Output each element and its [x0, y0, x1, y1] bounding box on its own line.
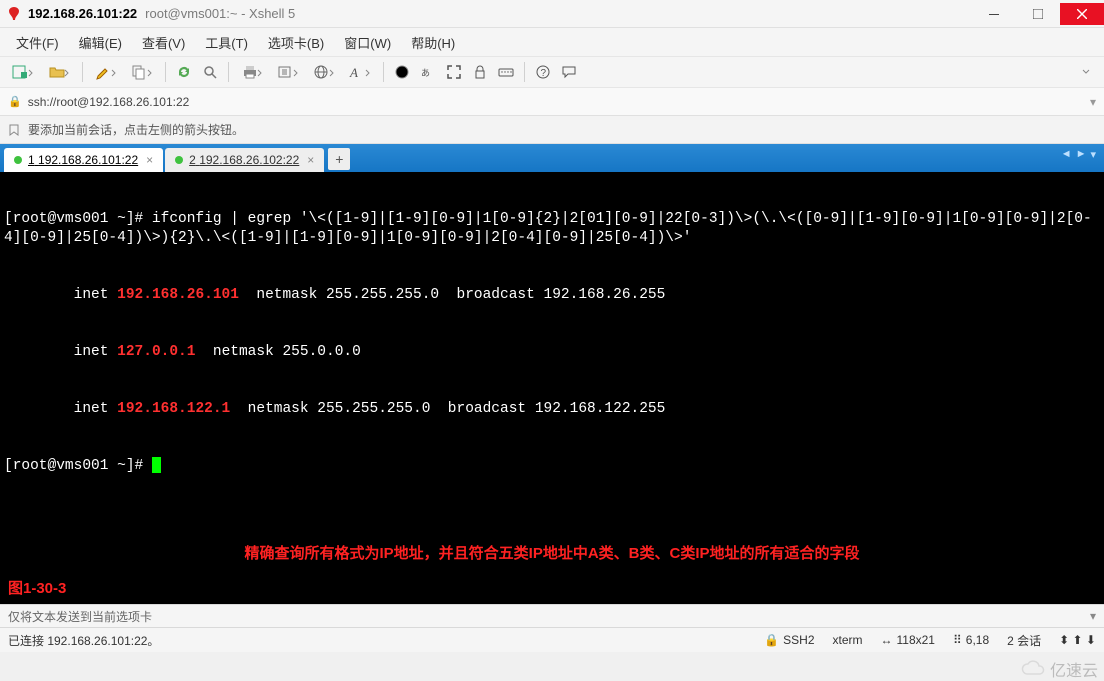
font-button[interactable]: A: [343, 60, 377, 84]
tab-next-button[interactable]: ►: [1076, 148, 1087, 161]
terminal-text: inet: [4, 401, 117, 417]
status-connected: 已连接 192.168.26.101:22。: [8, 632, 746, 649]
file-transfer-button[interactable]: [271, 60, 305, 84]
terminal-text: netmask 255.255.255.0 broadcast 192.168.…: [239, 287, 665, 303]
toolbar: A あ ?: [0, 56, 1104, 88]
terminal-line: [root@vms001 ~]# ifconfig | egrep '\<([1…: [4, 211, 1092, 246]
terminal-text: netmask 255.255.255.0 broadcast 192.168.…: [230, 401, 665, 417]
session-tab-2[interactable]: 2 192.168.26.102:22 ×: [165, 148, 324, 172]
bookmark-arrow-icon[interactable]: [8, 123, 22, 137]
terminal-prompt: [root@vms001 ~]#: [4, 458, 152, 474]
status-size: ↔118x21: [881, 633, 935, 647]
edit-button[interactable]: [89, 60, 123, 84]
toolbar-separator: [524, 62, 525, 82]
menu-tools[interactable]: 工具(T): [197, 31, 256, 54]
color-wheel-button[interactable]: [390, 60, 414, 84]
tab-index: 2: [189, 153, 196, 167]
maximize-button[interactable]: [1016, 3, 1060, 25]
keymap-button[interactable]: [494, 60, 518, 84]
status-terminal-type: xterm: [833, 633, 863, 647]
status-cursor: ⠿6,18: [953, 633, 989, 647]
svg-text:A: A: [349, 65, 358, 80]
window-title-ip: 192.168.26.101:22: [28, 6, 137, 21]
lock-icon: 🔒: [8, 95, 22, 108]
figure-label: 图1-30-3: [8, 579, 66, 598]
status-up-down-icons[interactable]: ⬍ ⬆ ⬇: [1059, 633, 1096, 647]
new-tab-button[interactable]: [6, 60, 40, 84]
size-icon: ↔: [881, 633, 893, 647]
help-button[interactable]: ?: [531, 60, 555, 84]
open-session-button[interactable]: [42, 60, 76, 84]
menu-bar: 文件(F) 编辑(E) 查看(V) 工具(T) 选项卡(B) 窗口(W) 帮助(…: [0, 28, 1104, 56]
status-sessions: 2 会话: [1007, 632, 1041, 649]
status-dot-icon: [175, 156, 183, 164]
encoding-button[interactable]: あ: [416, 60, 440, 84]
ip-address: 192.168.122.1: [117, 401, 230, 417]
terminal-text: netmask 255.0.0.0: [195, 344, 360, 360]
ip-address: 192.168.26.101: [117, 287, 239, 303]
tab-prev-button[interactable]: ◄: [1061, 148, 1072, 161]
add-tab-button[interactable]: +: [328, 148, 350, 170]
search-button[interactable]: [198, 60, 222, 84]
send-bar-dropdown-button[interactable]: ▾: [1090, 609, 1096, 623]
lock-icon: 🔒: [764, 633, 779, 647]
status-dot-icon: [14, 156, 22, 164]
menu-edit[interactable]: 编辑(E): [71, 31, 130, 54]
terminal[interactable]: [root@vms001 ~]# ifconfig | egrep '\<([1…: [0, 172, 1104, 604]
toolbar-separator: [228, 62, 229, 82]
tab-close-button[interactable]: ×: [307, 153, 314, 167]
session-tab-strip: 1 192.168.26.101:22 × 2 192.168.26.102:2…: [0, 144, 1104, 172]
tab-label: 192.168.26.101:22: [38, 153, 138, 167]
menu-view[interactable]: 查看(V): [134, 31, 193, 54]
address-text[interactable]: ssh://root@192.168.26.101:22: [28, 95, 1090, 109]
status-bar: 已连接 192.168.26.101:22。 🔒SSH2 xterm ↔118x…: [0, 628, 1104, 652]
annotation-text: 精确查询所有格式为IP地址，并且符合五类IP地址中A类、B类、C类IP地址的所有…: [0, 514, 1104, 563]
hint-bar: 要添加当前会话，点击左侧的箭头按钮。: [0, 116, 1104, 144]
app-icon: [6, 6, 22, 22]
address-dropdown-button[interactable]: ▾: [1090, 95, 1096, 109]
tab-index: 1: [28, 153, 35, 167]
cursor-icon: [152, 457, 161, 473]
terminal-text: inet: [4, 344, 117, 360]
terminal-text: inet: [4, 287, 117, 303]
title-bar: 192.168.26.101:22 root@vms001:~ - Xshell…: [0, 0, 1104, 28]
toolbar-overflow-button[interactable]: [1074, 60, 1098, 84]
toolbar-separator: [82, 62, 83, 82]
send-bar-text: 仅将文本发送到当前选项卡: [8, 608, 152, 625]
svg-text:あ: あ: [421, 68, 430, 78]
reconnect-button[interactable]: [172, 60, 196, 84]
chat-button[interactable]: [557, 60, 581, 84]
menu-window[interactable]: 窗口(W): [336, 31, 399, 54]
svg-text:?: ?: [541, 68, 547, 79]
status-protocol: 🔒SSH2: [764, 633, 814, 647]
menu-tab[interactable]: 选项卡(B): [260, 31, 332, 54]
watermark: 亿速云: [1020, 657, 1098, 681]
menu-help[interactable]: 帮助(H): [403, 31, 463, 54]
minimize-button[interactable]: [972, 3, 1016, 25]
tab-nav-arrows: ◄ ► ▾: [1061, 148, 1096, 161]
print-button[interactable]: [235, 60, 269, 84]
window-title-rest: root@vms001:~ - Xshell 5: [145, 6, 295, 21]
session-tab-1[interactable]: 1 192.168.26.101:22 ×: [4, 148, 163, 172]
tab-close-button[interactable]: ×: [146, 153, 153, 167]
ip-address: 127.0.0.1: [117, 344, 195, 360]
cloud-icon: [1020, 660, 1046, 678]
globe-button[interactable]: [307, 60, 341, 84]
hint-text: 要添加当前会话，点击左侧的箭头按钮。: [28, 121, 244, 138]
tab-menu-button[interactable]: ▾: [1090, 148, 1096, 161]
copy-button[interactable]: [125, 60, 159, 84]
lock-button[interactable]: [468, 60, 492, 84]
watermark-text: 亿速云: [1050, 657, 1098, 681]
toolbar-separator: [165, 62, 166, 82]
tab-label: 192.168.26.102:22: [199, 153, 299, 167]
menu-file[interactable]: 文件(F): [8, 31, 67, 54]
grid-icon: ⠿: [953, 633, 962, 647]
fullscreen-button[interactable]: [442, 60, 466, 84]
toolbar-separator: [383, 62, 384, 82]
send-bar[interactable]: 仅将文本发送到当前选项卡 ▾: [0, 604, 1104, 628]
address-bar: 🔒 ssh://root@192.168.26.101:22 ▾: [0, 88, 1104, 116]
window-controls: [972, 3, 1104, 25]
close-button[interactable]: [1060, 3, 1104, 25]
